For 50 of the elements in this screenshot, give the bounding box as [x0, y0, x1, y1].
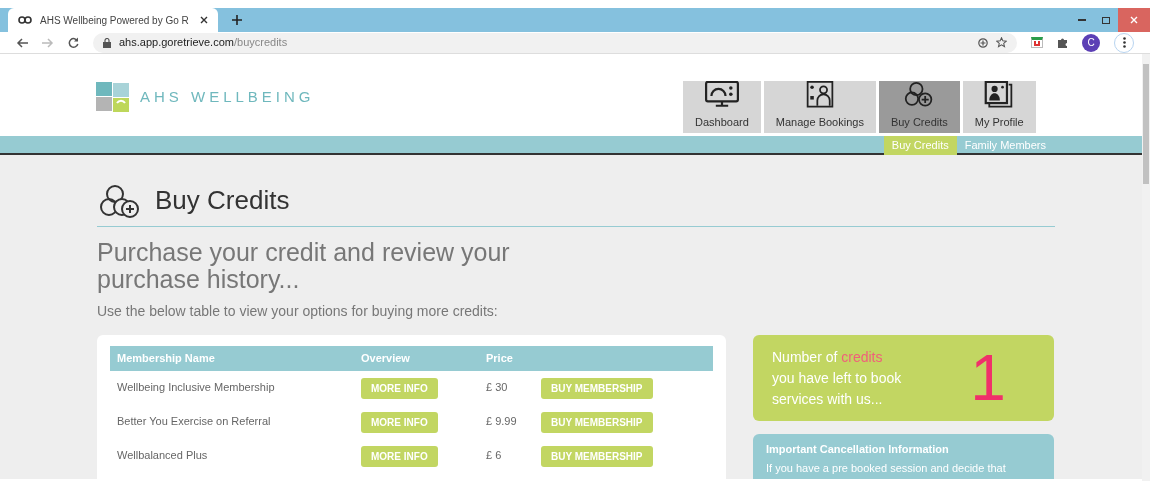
extension-icon[interactable] — [1031, 37, 1043, 48]
circle-plus-icon[interactable] — [978, 37, 988, 48]
browser-tab[interactable]: AHS Wellbeing Powered by Go R — [8, 8, 218, 32]
more-info-button[interactable]: MORE INFO — [361, 446, 438, 467]
puzzle-icon[interactable] — [1057, 37, 1068, 48]
menu-icon — [1122, 37, 1126, 48]
page-headline: Purchase your credit and review your purchase history... — [97, 239, 511, 293]
table-cell-text: Wellbalanced Plus — [116, 448, 209, 463]
star-icon[interactable] — [996, 37, 1007, 48]
table-cell-text: £ 6 — [485, 448, 503, 463]
url-text: ahs.app.goretrieve.com/buycredits — [119, 35, 289, 51]
table-cell-text: £ 9.99 — [485, 414, 518, 429]
column-header: Membership Name — [116, 351, 216, 367]
new-tab-icon[interactable] — [232, 15, 242, 25]
column-header: Overview — [360, 351, 411, 367]
cancellation-title: Important Cancellation Information — [766, 442, 950, 457]
subnav-tab[interactable]: Buy Credits — [883, 136, 957, 155]
buy-membership-button[interactable]: BUY MEMBERSHIP — [541, 378, 653, 399]
logo-text: AHS WELLBEING — [140, 86, 315, 107]
intro-text: Use the below table to view your options for buying more credits: — [97, 302, 499, 321]
close-icon[interactable] — [200, 16, 208, 24]
column-header: Price — [485, 351, 514, 367]
credits-text: Number of credits you have left to book services with us... — [772, 347, 903, 409]
credits-count: 1 — [969, 346, 1007, 410]
address-bar[interactable]: ahs.app.goretrieve.com/buycredits — [93, 32, 1017, 53]
cancellation-text: If you have a pre booked session and decide that — [766, 460, 1007, 475]
buy-membership-button[interactable]: BUY MEMBERSHIP — [541, 446, 653, 467]
nav-tab[interactable]: Dashboard — [683, 81, 761, 133]
link-icon — [18, 16, 32, 24]
table-cell-text: Better You Exercise on Referral — [116, 414, 272, 429]
back-arrow-icon[interactable] — [16, 37, 28, 48]
logo-icon — [96, 82, 130, 112]
nav-tab[interactable]: Buy Credits — [878, 81, 960, 133]
more-info-button[interactable]: MORE INFO — [361, 378, 438, 399]
buy-membership-button[interactable]: BUY MEMBERSHIP — [541, 412, 653, 433]
table-cell-text: £ 30 — [485, 380, 509, 395]
subnav-tab[interactable]: Family Members — [956, 136, 1054, 155]
monitor-icon — [702, 81, 741, 108]
nav-tab[interactable]: My Profile — [962, 81, 1036, 133]
more-info-button[interactable]: MORE INFO — [361, 412, 438, 433]
scrollbar-thumb[interactable] — [1143, 64, 1149, 184]
tab-title: AHS Wellbeing Powered by Go R — [40, 13, 190, 28]
lock-icon — [103, 37, 111, 48]
table-cell-text: Wellbeing Inclusive Membership — [116, 380, 276, 395]
page-title: Buy Credits — [155, 184, 290, 217]
close-icon — [1130, 16, 1138, 24]
person-board-icon — [804, 81, 835, 108]
reload-icon[interactable] — [68, 37, 79, 48]
profile-avatar[interactable]: C — [1082, 33, 1100, 52]
nav-tab[interactable]: Manage Bookings — [763, 81, 876, 133]
